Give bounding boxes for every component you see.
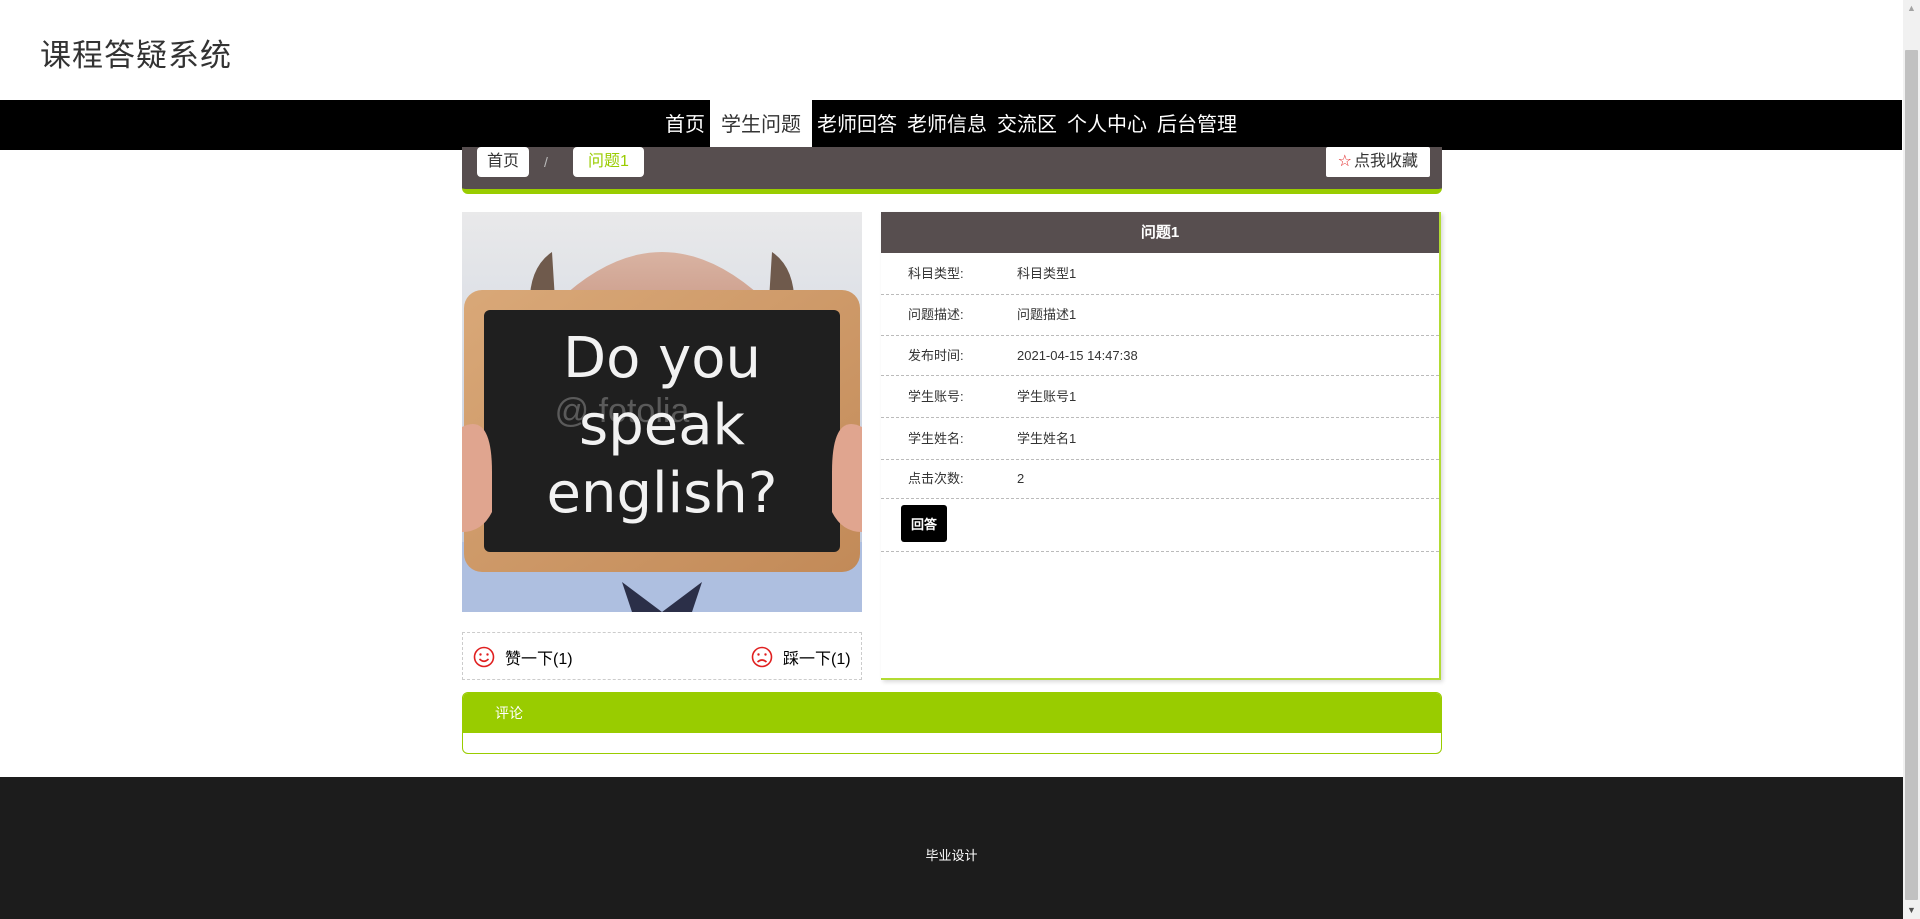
- nav-item-personal-center[interactable]: 个人中心: [1062, 100, 1152, 150]
- detail-value: 科目类型1: [1017, 266, 1077, 281]
- favorite-button[interactable]: ☆ 点我收藏: [1325, 147, 1430, 177]
- answer-button[interactable]: 回答: [901, 505, 947, 542]
- footer-text: 毕业设计: [925, 848, 978, 863]
- detail-value: 学生账号1: [1017, 389, 1077, 404]
- chalkboard-photo: @ fotolia Do you speak english?: [462, 212, 862, 612]
- scroll-up-arrow-icon[interactable]: ▲: [1903, 0, 1920, 17]
- question-detail-panel: 问题1 科目类型: 科目类型1 问题描述: 问题描述1 发布时间: 2021-0…: [881, 212, 1441, 680]
- detail-value: 学生姓名1: [1017, 431, 1077, 446]
- breadcrumb: 首页 / 问题1 ☆ 点我收藏: [462, 147, 1442, 194]
- nav-item-teacher-answers[interactable]: 老师回答: [812, 100, 902, 150]
- detail-label: 发布时间:: [908, 348, 964, 363]
- detail-value: 2: [1017, 471, 1025, 486]
- board-line-3: english?: [547, 461, 778, 526]
- detail-value: 2021-04-15 14:47:38: [1017, 348, 1138, 363]
- frown-icon: [751, 646, 773, 668]
- detail-label: 科目类型:: [908, 266, 964, 281]
- comment-section: 评论: [462, 692, 1442, 754]
- board-line-2: speak: [579, 393, 745, 458]
- detail-title: 问题1: [881, 212, 1439, 253]
- detail-row-click-count: 点击次数: 2: [881, 460, 1439, 499]
- comment-title: 评论: [463, 693, 1441, 733]
- dislike-button[interactable]: 踩一下(1): [751, 645, 851, 669]
- detail-label: 点击次数:: [908, 471, 964, 486]
- left-hand: [462, 424, 492, 532]
- star-icon: ☆: [1337, 153, 1352, 170]
- nav-item-forum[interactable]: 交流区: [992, 100, 1062, 150]
- detail-row-description: 问题描述: 问题描述1: [881, 295, 1439, 336]
- answer-row: 回答: [881, 499, 1439, 552]
- detail-label: 学生姓名:: [908, 431, 964, 446]
- footer: 毕业设计: [0, 777, 1903, 919]
- favorite-label: 点我收藏: [1353, 153, 1418, 170]
- scroll-thumb[interactable]: [1905, 50, 1918, 900]
- detail-row-student-account: 学生账号: 学生账号1: [881, 376, 1439, 418]
- dislike-label: 踩一下(1): [783, 651, 851, 668]
- breadcrumb-home[interactable]: 首页: [477, 147, 530, 177]
- nav-item-admin[interactable]: 后台管理: [1152, 100, 1242, 150]
- nav-item-home[interactable]: 首页: [660, 100, 710, 150]
- nav-item-student-questions[interactable]: 学生问题: [710, 100, 812, 150]
- detail-label: 问题描述:: [908, 307, 964, 322]
- detail-row-subject: 科目类型: 科目类型1: [881, 253, 1439, 295]
- detail-row-publish-time: 发布时间: 2021-04-15 14:47:38: [881, 336, 1439, 376]
- breadcrumb-current: 问题1: [573, 147, 644, 177]
- breadcrumb-separator: /: [544, 154, 548, 170]
- scroll-down-arrow-icon[interactable]: ▼: [1903, 902, 1920, 919]
- detail-row-student-name: 学生姓名: 学生姓名1: [881, 418, 1439, 460]
- like-button[interactable]: 赞一下(1): [473, 645, 573, 669]
- detail-label: 学生账号:: [908, 389, 964, 404]
- site-title: 课程答疑系统: [40, 38, 232, 73]
- vote-box: 赞一下(1) 踩一下(1): [462, 632, 862, 680]
- page-scrollbar[interactable]: ▲ ▼: [1903, 0, 1920, 919]
- like-label: 赞一下(1): [505, 651, 573, 668]
- board-line-1: Do you: [563, 326, 761, 391]
- detail-value: 问题描述1: [1017, 307, 1077, 322]
- nav-item-teacher-info[interactable]: 老师信息: [902, 100, 992, 150]
- site-header: 课程答疑系统: [0, 0, 1902, 100]
- smile-icon: [473, 646, 495, 668]
- main-nav: 首页 学生问题 老师回答 老师信息 交流区 个人中心 后台管理: [0, 100, 1902, 150]
- right-hand: [832, 424, 862, 532]
- question-image: @ fotolia Do you speak english?: [462, 212, 862, 612]
